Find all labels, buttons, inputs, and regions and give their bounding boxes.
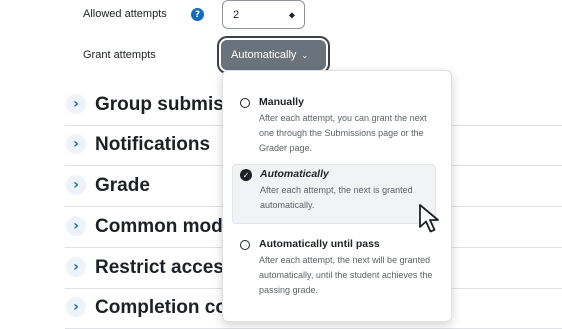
chevron-right-icon[interactable]: › [66,297,86,317]
option-automatically-until-pass[interactable]: Automatically until pass After each atte… [232,235,436,303]
option-description: After each attempt, the next will be gra… [259,255,433,295]
allowed-attempts-label: Allowed attempts [83,8,167,20]
grant-attempts-value: Automatically [231,49,297,61]
allowed-attempts-value: 2 [233,8,240,21]
option-title: Automatically until pass [259,238,380,250]
option-title: Manually [259,96,304,108]
section-title: Notifications [95,134,211,155]
chevron-down-icon: ⌄ [301,50,309,60]
chevron-right-icon[interactable]: › [66,175,86,195]
option-automatically[interactable]: ✓ Automatically After each attempt, the … [232,164,436,224]
chevron-right-icon[interactable]: › [66,216,86,236]
option-description: After each attempt, you can grant the ne… [259,113,427,153]
radio-icon [240,240,250,250]
option-description: After each attempt, the next is granted … [260,185,413,210]
section-title: Grade [95,175,150,196]
section-title: Completion co [95,297,227,318]
radio-icon [240,98,250,108]
select-caret-icon: ◆ [288,10,295,19]
grant-attempts-dropdown-button[interactable]: Automatically ⌄ [221,40,326,70]
allowed-attempts-select[interactable]: 2 ◆ [222,0,305,29]
option-manually[interactable]: Manually After each attempt, you can gra… [232,93,436,157]
mouse-pointer-icon [419,204,439,233]
help-icon[interactable]: ? [191,8,204,21]
grant-attempts-menu: Manually After each attempt, you can gra… [222,70,452,322]
section-title: Common mod [95,216,223,237]
option-title: Automatically [260,168,329,180]
chevron-right-icon[interactable]: › [66,94,86,114]
grant-attempts-label: Grant attempts [83,49,156,61]
check-circle-icon: ✓ [240,169,252,181]
chevron-right-icon[interactable]: › [66,134,86,154]
section-title: Restrict access [95,257,235,278]
chevron-right-icon[interactable]: › [66,257,86,277]
section-title: Group submis [95,94,224,115]
